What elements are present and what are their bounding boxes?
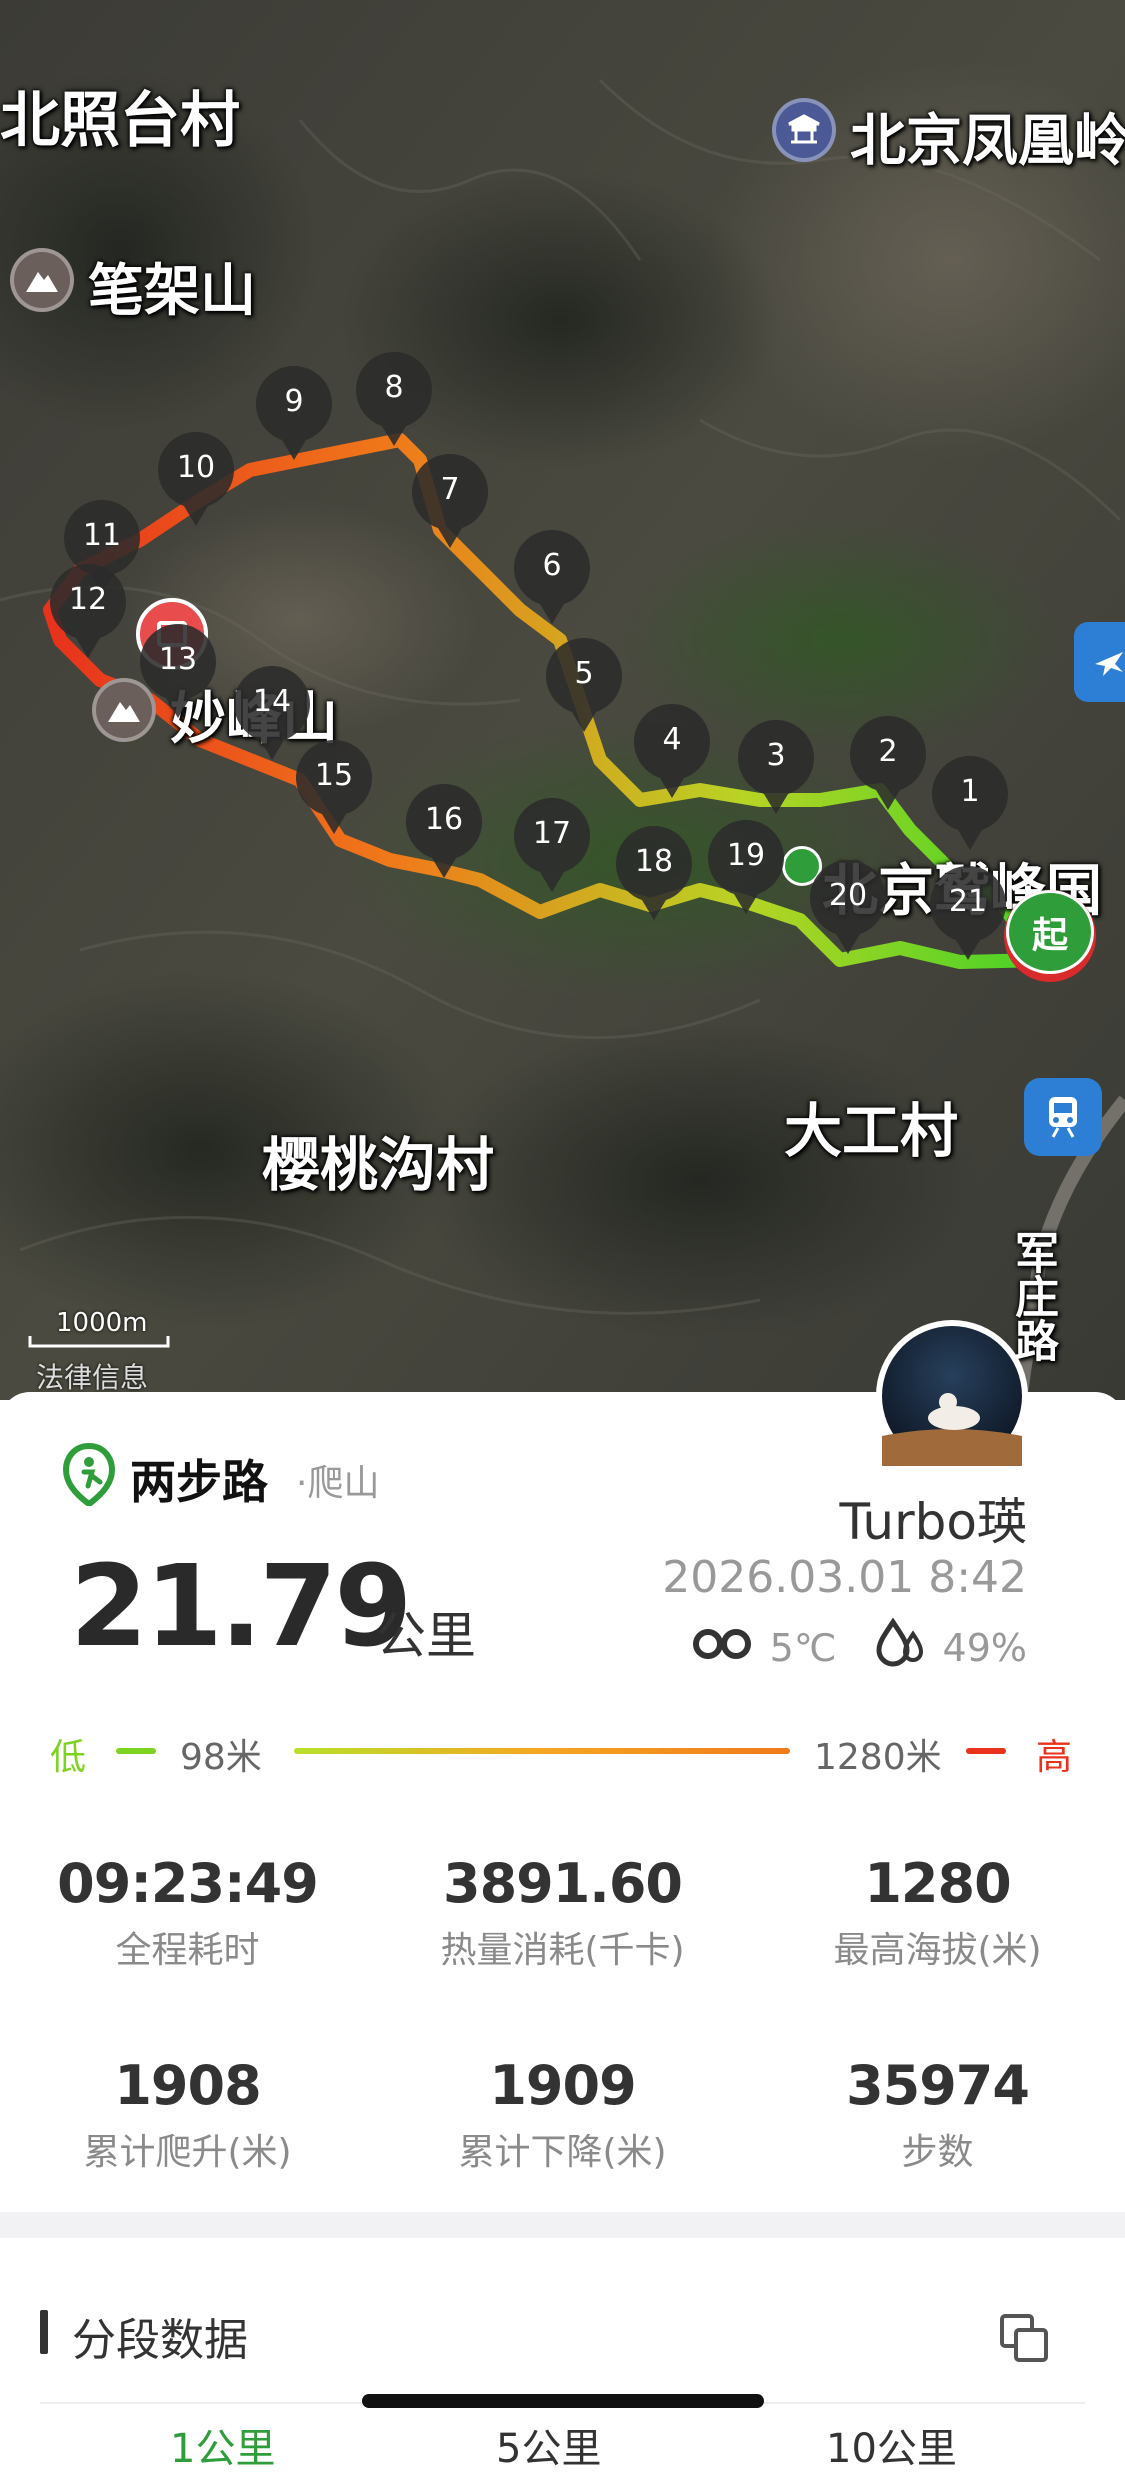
km-marker[interactable]: 16	[404, 784, 484, 880]
km-marker[interactable]: 5	[544, 638, 624, 734]
username: Turbo瑛	[839, 1493, 1027, 1551]
km-marker[interactable]: 20	[808, 860, 888, 956]
km-marker[interactable]: 19	[706, 820, 786, 916]
stat-steps: 35974 步数	[846, 2054, 1030, 2173]
map-label-village-yingtao: 樱桃沟村	[262, 1131, 495, 1199]
temperature: 5℃	[769, 1625, 837, 1670]
brand-logo	[60, 1442, 118, 1508]
tab-10km[interactable]: 10公里	[826, 2416, 957, 2474]
section-divider	[0, 2212, 1125, 2238]
km-marker[interactable]: 1	[930, 756, 1010, 852]
elevation-low-label: 低	[50, 1737, 87, 1778]
section-title: 分段数据	[72, 2315, 248, 2366]
tab-1km[interactable]: 1公里	[170, 2416, 275, 2474]
distance-value: 21.79	[70, 1542, 412, 1672]
km-marker[interactable]: 17	[512, 798, 592, 894]
km-marker[interactable]: 21	[928, 866, 1008, 962]
tab-5km[interactable]: 5公里	[496, 2416, 601, 2474]
airport-icon	[1074, 622, 1125, 702]
elevation-low-value: 98米	[180, 1737, 262, 1778]
map-scale-label: 1000m	[56, 1308, 148, 1338]
map-label-village-dagong: 大工村	[784, 1097, 959, 1165]
humidity: 49%	[942, 1625, 1027, 1670]
stat-max-altitude: 1280 最高海拔(米)	[833, 1852, 1042, 1971]
start-label: 起	[1006, 890, 1094, 974]
summary-card: 两步路 ·爬山 Turbo瑛 21.79 公里 2026.03.01 8:42 …	[0, 1320, 1125, 2212]
stat-calories: 3891.60 热量消耗(千卡)	[440, 1852, 685, 1971]
map-label-village-north: 北照台村	[0, 86, 240, 156]
pavilion-icon	[772, 98, 836, 162]
elevation-low-swatch	[116, 1748, 156, 1754]
km-marker[interactable]: 9	[254, 366, 334, 462]
stat-descent: 1909 累计下降(米)	[458, 2054, 667, 2173]
cloudy-icon	[690, 1626, 756, 1670]
elevation-high-value: 1280米	[814, 1737, 942, 1778]
stat-duration: 09:23:49 全程耗时	[57, 1852, 319, 1971]
km-marker[interactable]: 2	[848, 716, 928, 812]
km-marker[interactable]: 3	[736, 720, 816, 816]
elevation-high-label: 高	[1036, 1737, 1073, 1778]
mountain-icon	[10, 248, 74, 312]
datetime: 2026.03.01 8:42	[662, 1552, 1027, 1603]
km-marker[interactable]: 7	[410, 454, 490, 550]
avatar[interactable]	[876, 1320, 1028, 1472]
km-marker[interactable]: 13	[138, 624, 218, 720]
km-marker[interactable]: 8	[354, 352, 434, 448]
km-marker[interactable]: 10	[156, 432, 236, 528]
brand-name: 两步路	[130, 1455, 268, 1509]
start-badge[interactable]: 起	[1004, 890, 1096, 982]
section-accent-bar	[40, 2310, 48, 2354]
train-station-icon	[1024, 1078, 1102, 1156]
km-marker[interactable]: 18	[614, 826, 694, 922]
km-marker[interactable]: 4	[632, 704, 712, 800]
km-marker[interactable]: 12	[48, 564, 128, 660]
route-map[interactable]: 北照台村 笔架山 北京凤凰岭 妙峰山 北京鹫峰国 樱桃沟村 大工村 军庄路 1 …	[0, 0, 1125, 1400]
elevation-gradient-bar	[294, 1748, 790, 1754]
legal-info-link[interactable]: 法律信息	[36, 1356, 148, 1396]
km-marker[interactable]: 6	[512, 530, 592, 626]
copy-icon[interactable]	[998, 2312, 1052, 2366]
stat-ascent: 1908 累计爬升(米)	[83, 2054, 292, 2173]
humidity-icon	[873, 1617, 929, 1677]
map-label-mountain-bijia: 笔架山	[88, 259, 256, 324]
segment-data-section: 分段数据 1公里 5公里 10公里	[0, 2238, 1125, 2472]
map-label-scenic-phoenix: 北京凤凰岭	[850, 109, 1125, 174]
activity-type: ·爬山	[296, 1463, 380, 1504]
elevation-legend: 低 98米 1280米 高	[50, 1722, 1075, 1782]
distance-unit: 公里	[376, 1607, 476, 1665]
elevation-high-swatch	[966, 1748, 1006, 1754]
weather-row: 5℃ 49%	[690, 1617, 1027, 1677]
home-indicator	[362, 2394, 764, 2408]
km-marker[interactable]: 15	[294, 740, 374, 836]
